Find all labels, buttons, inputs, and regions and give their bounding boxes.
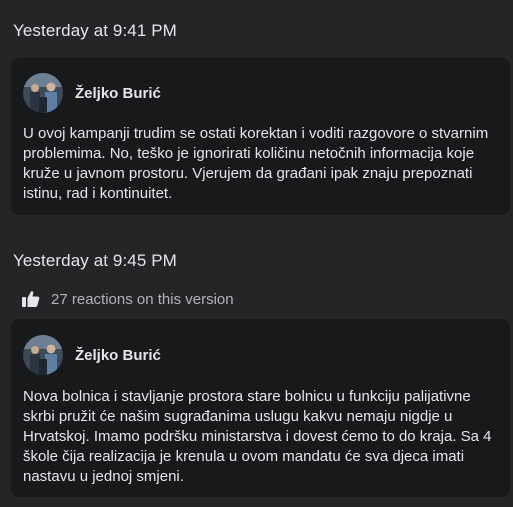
author-name[interactable]: Željko Burić xyxy=(75,347,161,364)
reactions-summary[interactable]: 27 reactions on this version xyxy=(22,290,234,308)
avatar[interactable] xyxy=(23,335,63,375)
post-version-card: Željko Burić Nova bolnica i stavljanje p… xyxy=(11,319,510,497)
version-timestamp: Yesterday at 9:45 PM xyxy=(13,251,177,270)
post-author-row: Željko Burić xyxy=(23,73,161,113)
avatar[interactable] xyxy=(23,73,63,113)
post-author-row: Željko Burić xyxy=(23,335,161,375)
version-timestamp: Yesterday at 9:41 PM xyxy=(13,21,177,40)
post-version-card: Željko Burić U ovoj kampanji trudim se o… xyxy=(11,58,510,215)
thumbs-up-icon xyxy=(22,291,40,307)
author-name[interactable]: Željko Burić xyxy=(75,85,161,102)
post-text: U ovoj kampanji trudim se ostati korekta… xyxy=(23,125,489,202)
post-text: Nova bolnica i stavljanje prostora stare… xyxy=(23,388,492,485)
reactions-count-label: 27 reactions on this version xyxy=(51,290,234,308)
